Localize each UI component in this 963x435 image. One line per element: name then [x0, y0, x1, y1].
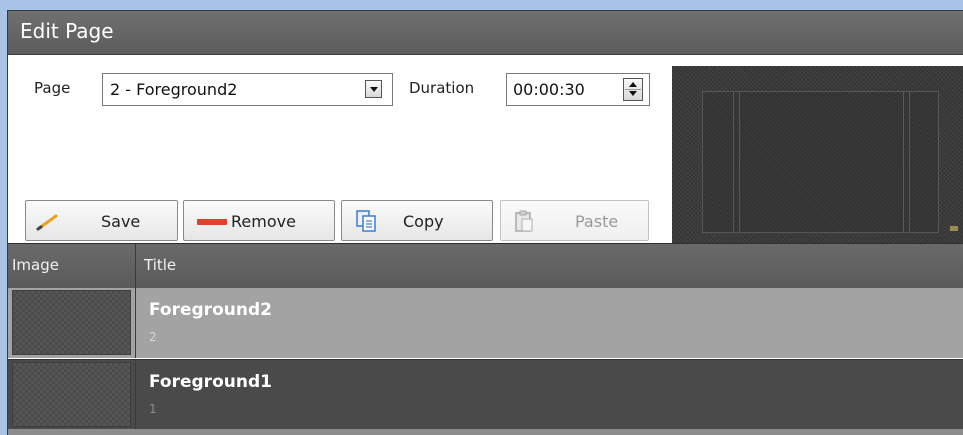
- title-bar: Edit Page: [8, 11, 963, 55]
- remove-button[interactable]: Remove: [183, 200, 335, 241]
- copy-icon: [356, 210, 376, 232]
- page-dropdown-value: 2 - Foreground2: [110, 80, 238, 99]
- page-label: Page: [34, 79, 71, 97]
- save-button[interactable]: Save: [25, 200, 178, 241]
- spin-up-icon[interactable]: [629, 82, 637, 87]
- grid-header: Image Title: [8, 243, 963, 289]
- preview-canvas: [702, 91, 939, 233]
- spinner-buttons[interactable]: [623, 78, 643, 101]
- grid-footer: [8, 429, 963, 435]
- column-header-image[interactable]: Image: [12, 256, 59, 274]
- duration-label: Duration: [409, 79, 475, 97]
- table-row[interactable]: Foreground1 1: [8, 359, 963, 430]
- page-thumbnail: [12, 290, 131, 355]
- paste-button[interactable]: Paste: [500, 200, 649, 241]
- row-title: Foreground2: [149, 300, 272, 320]
- preview-marker: [950, 226, 958, 231]
- paste-label: Paste: [575, 212, 619, 231]
- page-thumbnail: [12, 362, 131, 427]
- spin-down-icon[interactable]: [629, 91, 637, 96]
- remove-label: Remove: [231, 212, 296, 231]
- page-dropdown[interactable]: 2 - Foreground2: [102, 73, 393, 106]
- paste-icon: [515, 210, 533, 232]
- table-row[interactable]: Foreground2 2: [8, 288, 963, 358]
- copy-label: Copy: [403, 212, 444, 231]
- row-title: Foreground1: [149, 372, 272, 392]
- pencil-icon: [36, 214, 58, 231]
- edit-page-panel: Edit Page Page 2 - Foreground2 Duration …: [7, 10, 963, 435]
- column-header-title[interactable]: Title: [144, 256, 176, 274]
- panel-title: Edit Page: [20, 19, 114, 43]
- save-label: Save: [101, 212, 141, 231]
- row-subtitle: 1: [149, 402, 157, 416]
- duration-value[interactable]: 00:00:30: [513, 80, 585, 99]
- copy-button[interactable]: Copy: [341, 200, 493, 241]
- row-subtitle: 2: [149, 330, 157, 344]
- page-preview: [672, 66, 963, 243]
- dropdown-arrow-icon[interactable]: [365, 80, 382, 98]
- minus-icon: [197, 219, 227, 225]
- duration-spinner[interactable]: 00:00:30: [506, 73, 650, 106]
